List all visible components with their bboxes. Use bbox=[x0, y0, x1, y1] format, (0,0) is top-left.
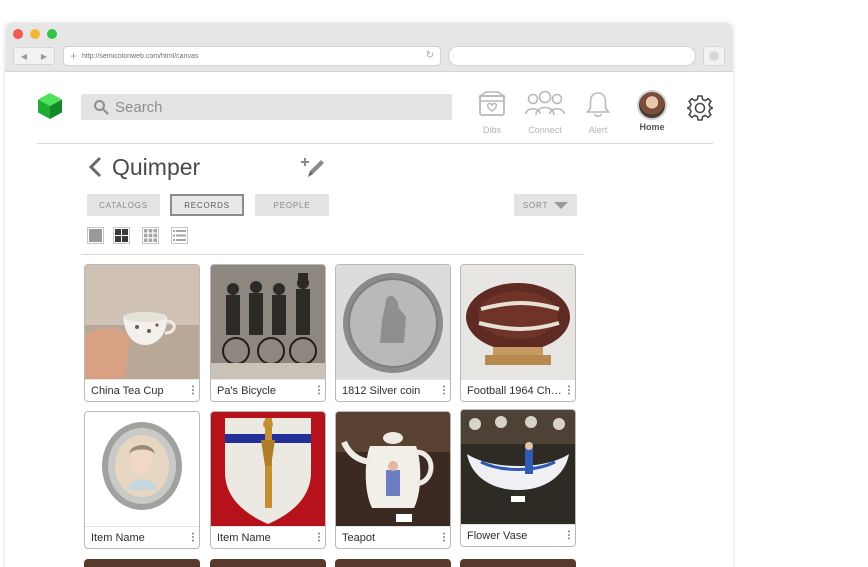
record-card-partial[interactable] bbox=[335, 559, 451, 567]
page-title: Quimper bbox=[112, 154, 201, 180]
card-caption: Item Name ⋮ bbox=[85, 526, 199, 548]
header-divider bbox=[37, 143, 713, 144]
more-vertical-icon[interactable]: ⋮ bbox=[438, 532, 450, 543]
bicycle-photo bbox=[211, 265, 325, 379]
item-name[interactable]: Flower Vase bbox=[467, 530, 563, 542]
search-icon bbox=[94, 100, 109, 115]
app-header: Dibs Connect Alert Home bbox=[5, 72, 733, 144]
card-caption: Item Name ⋮ bbox=[211, 526, 325, 548]
trophy-shield-photo bbox=[211, 412, 325, 526]
view-list-icon[interactable] bbox=[171, 227, 188, 244]
card-caption: China Tea Cup ⋮ bbox=[85, 379, 199, 401]
item-name[interactable]: Item Name bbox=[91, 532, 187, 544]
extension-icon bbox=[709, 51, 719, 61]
box-heart-icon bbox=[477, 91, 507, 116]
record-card[interactable]: Flower Vase ⋮ bbox=[460, 409, 576, 547]
view-grid-3-icon[interactable] bbox=[142, 227, 159, 244]
browser-toolbar: ◀ ▶ + http://semicolonweb.com/html/canva… bbox=[5, 23, 733, 72]
search-input[interactable] bbox=[115, 98, 435, 116]
nav-alert-label: Alert bbox=[588, 125, 608, 135]
more-vertical-icon[interactable]: ⋮ bbox=[563, 530, 575, 541]
record-card[interactable]: Football 1964 Cha... ⋮ bbox=[460, 264, 576, 402]
record-card-partial[interactable] bbox=[210, 559, 326, 567]
minimize-window-button[interactable] bbox=[30, 29, 40, 39]
tab-catalogs[interactable]: CATALOGS bbox=[87, 194, 160, 216]
record-card[interactable]: Teapot ⋮ bbox=[335, 411, 451, 549]
people-icon bbox=[525, 90, 565, 116]
item-name[interactable]: China Tea Cup bbox=[91, 385, 187, 397]
close-window-button[interactable] bbox=[13, 29, 23, 39]
flower-vase-photo bbox=[461, 410, 575, 524]
record-card[interactable]: 1812 Silver coin ⋮ bbox=[335, 264, 451, 402]
back-chevron-icon[interactable] bbox=[87, 155, 103, 179]
url-text[interactable]: http://semicolonweb.com/html/canvas bbox=[82, 53, 426, 60]
tea-cup-photo bbox=[85, 265, 199, 379]
silver-coin-photo bbox=[336, 265, 450, 379]
record-card[interactable]: China Tea Cup ⋮ bbox=[84, 264, 200, 402]
record-card-partial[interactable] bbox=[84, 559, 200, 567]
avatar bbox=[637, 90, 667, 120]
more-vertical-icon[interactable]: ⋮ bbox=[313, 385, 325, 396]
more-vertical-icon[interactable]: ⋮ bbox=[313, 532, 325, 543]
nav-connect-label: Connect bbox=[528, 125, 562, 135]
tab-records[interactable]: RECORDS bbox=[170, 194, 244, 216]
nav-alert[interactable]: Alert bbox=[583, 90, 613, 135]
nav-home-label: Home bbox=[639, 122, 665, 132]
browser-search-field[interactable] bbox=[448, 46, 696, 66]
bell-icon bbox=[585, 92, 611, 118]
item-name[interactable]: 1812 Silver coin bbox=[342, 385, 438, 397]
gear-icon[interactable] bbox=[687, 95, 713, 121]
nav-home[interactable]: Home bbox=[633, 90, 671, 132]
toolbar-divider bbox=[81, 254, 584, 255]
record-card-partial[interactable] bbox=[460, 559, 576, 567]
card-caption: 1812 Silver coin ⋮ bbox=[336, 379, 450, 401]
plus-icon[interactable]: + bbox=[70, 50, 77, 62]
address-bar[interactable]: + http://semicolonweb.com/html/canvas ↻ bbox=[63, 46, 441, 66]
cameo-brooch-photo bbox=[85, 412, 199, 526]
cube-logo-icon[interactable] bbox=[37, 92, 63, 120]
item-name[interactable]: Item Name bbox=[217, 532, 313, 544]
sort-dropdown[interactable]: SORT bbox=[514, 194, 577, 216]
record-card[interactable]: Item Name ⋮ bbox=[84, 411, 200, 549]
nav-dibs[interactable]: Dibs bbox=[475, 90, 509, 135]
forward-arrow-icon[interactable]: ▶ bbox=[41, 52, 47, 61]
edit-pencil-icon[interactable] bbox=[301, 155, 327, 181]
back-arrow-icon[interactable]: ◀ bbox=[21, 52, 27, 61]
card-caption: Pa's Bicycle ⋮ bbox=[211, 379, 325, 401]
view-large-icon[interactable] bbox=[87, 227, 104, 244]
sort-label: SORT bbox=[522, 200, 549, 210]
football-photo bbox=[461, 265, 575, 379]
more-vertical-icon[interactable]: ⋮ bbox=[563, 385, 575, 396]
browser-window: ◀ ▶ + http://semicolonweb.com/html/canva… bbox=[5, 23, 733, 567]
nav-dibs-label: Dibs bbox=[482, 125, 501, 135]
teapot-photo bbox=[336, 412, 450, 526]
more-vertical-icon[interactable]: ⋮ bbox=[438, 385, 450, 396]
reload-icon[interactable]: ↻ bbox=[426, 51, 434, 61]
item-name[interactable]: Football 1964 Cha... bbox=[467, 385, 563, 397]
more-vertical-icon[interactable]: ⋮ bbox=[187, 385, 199, 396]
caret-down-icon bbox=[554, 201, 569, 209]
extension-button[interactable] bbox=[703, 46, 725, 66]
record-card[interactable]: Pa's Bicycle ⋮ bbox=[210, 264, 326, 402]
tab-people[interactable]: PEOPLE bbox=[255, 194, 329, 216]
item-name[interactable]: Pa's Bicycle bbox=[217, 385, 313, 397]
more-vertical-icon[interactable]: ⋮ bbox=[187, 532, 199, 543]
history-nav: ◀ ▶ bbox=[13, 47, 55, 65]
view-grid-2-icon[interactable] bbox=[113, 227, 130, 244]
search-bar[interactable] bbox=[81, 94, 452, 120]
maximize-window-button[interactable] bbox=[47, 29, 57, 39]
item-name[interactable]: Teapot bbox=[342, 532, 438, 544]
nav-connect[interactable]: Connect bbox=[523, 90, 567, 135]
card-caption: Football 1964 Cha... ⋮ bbox=[461, 379, 575, 401]
card-caption: Teapot ⋮ bbox=[336, 526, 450, 548]
record-card[interactable]: Item Name ⋮ bbox=[210, 411, 326, 549]
card-caption: Flower Vase ⋮ bbox=[461, 524, 575, 546]
